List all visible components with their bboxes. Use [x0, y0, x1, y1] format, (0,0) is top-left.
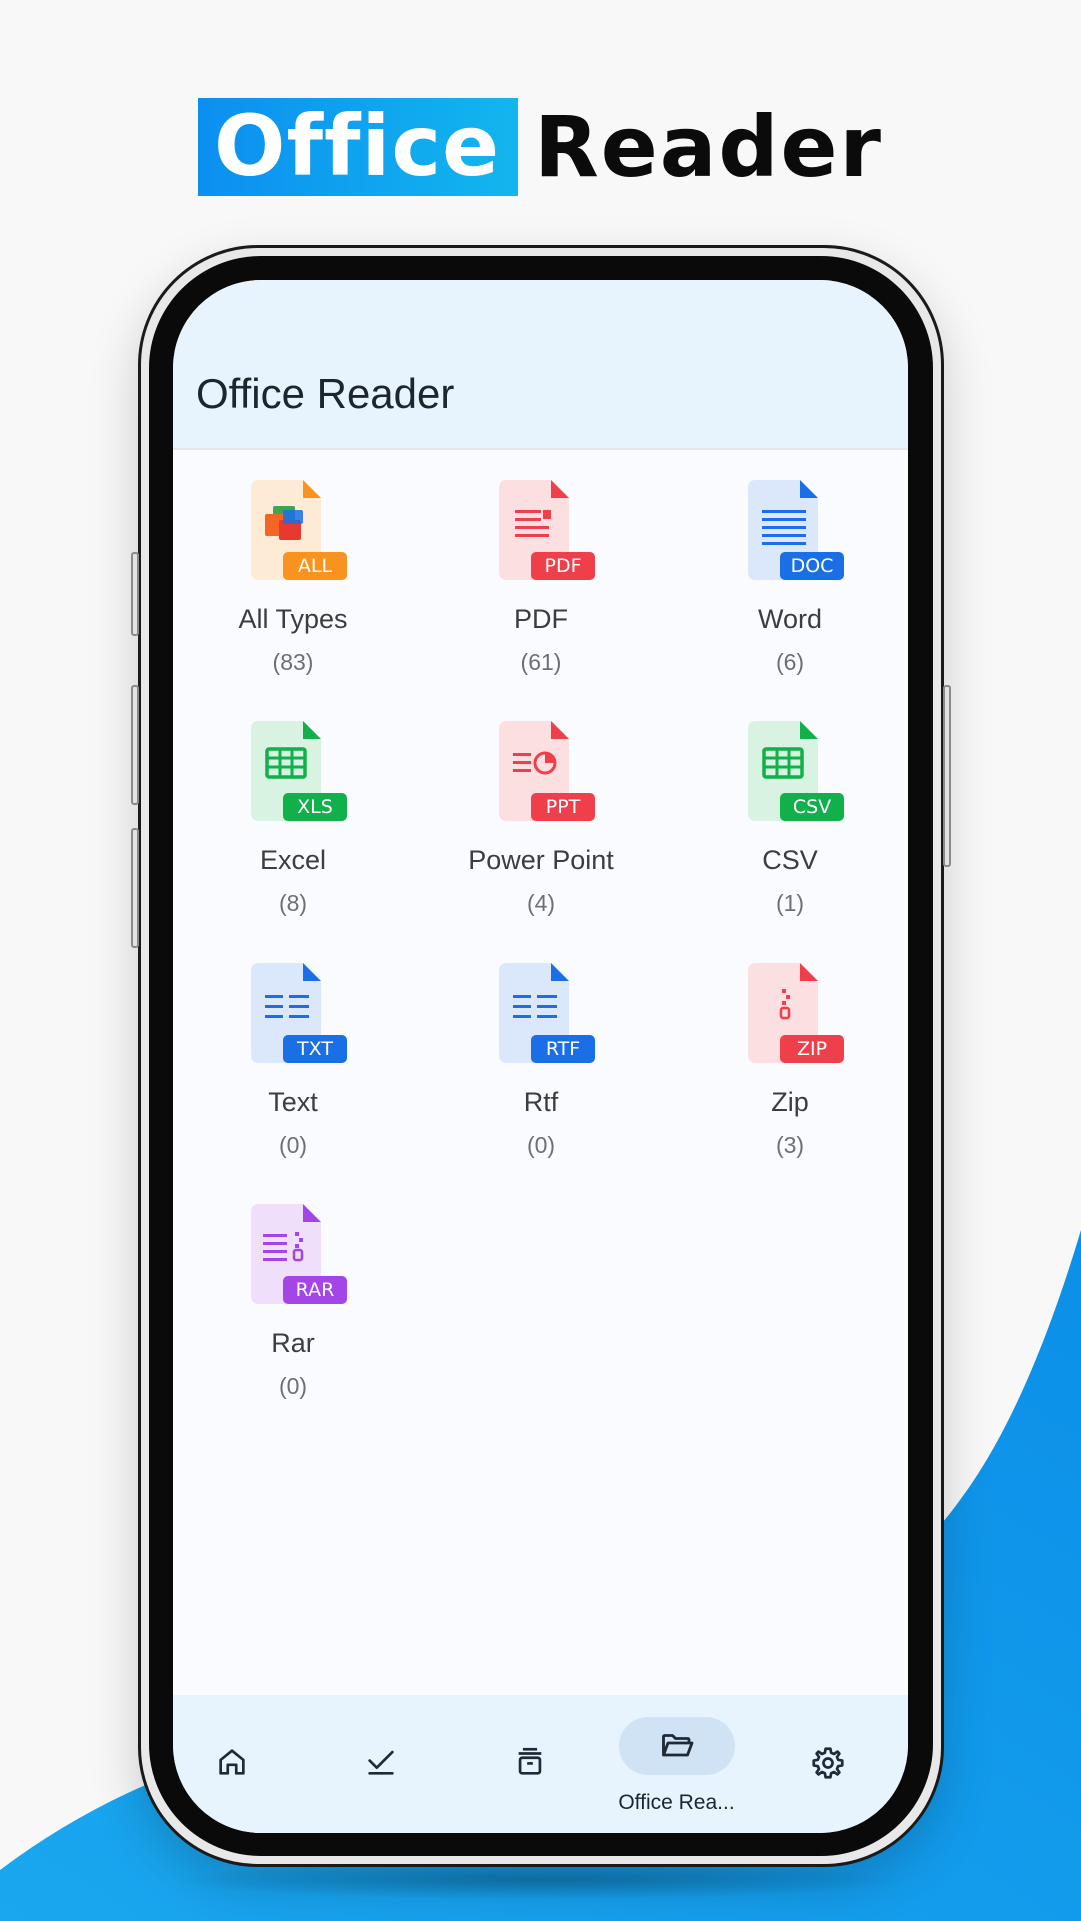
rtf-icon: RTF — [499, 963, 595, 1063]
app-bar: Office Reader — [173, 280, 908, 450]
file-type-count: (61) — [520, 649, 562, 675]
file-type-tile[interactable]: XLS Excel (8) — [173, 721, 417, 917]
file-type-count: (6) — [775, 649, 805, 675]
file-type-count: (3) — [775, 1132, 805, 1158]
nav-item-home[interactable] — [173, 1695, 305, 1833]
csv-icon: CSV — [748, 721, 844, 821]
volume-up-button — [131, 552, 139, 636]
file-type-badge: RAR — [283, 1276, 347, 1304]
word-icon: DOC — [748, 480, 844, 580]
phone-screen: Office Reader ALL All Types (83) PDF PDF (61)… — [173, 280, 908, 1833]
file-type-badge: TXT — [283, 1035, 347, 1063]
file-type-badge: ALL — [283, 552, 347, 580]
brand-header: Office Reader — [0, 98, 1081, 196]
file-type-tile[interactable]: CSV CSV (1) — [666, 721, 908, 917]
file-type-label: CSV — [762, 845, 818, 875]
file-type-tile[interactable]: TXT Text (0) — [173, 963, 417, 1159]
brand-office-label: Office — [198, 98, 519, 196]
file-type-label: Power Point — [468, 845, 614, 875]
archive-icon — [513, 1745, 547, 1779]
file-type-label: Rar — [271, 1328, 315, 1358]
file-type-badge: XLS — [283, 793, 347, 821]
check-icon — [364, 1745, 398, 1779]
nav-active-indicator — [618, 1717, 735, 1775]
pdf-icon: PDF — [499, 480, 595, 580]
file-type-tile[interactable]: ZIP Zip (3) — [666, 963, 908, 1159]
file-type-badge: DOC — [780, 552, 844, 580]
text-icon: TXT — [251, 963, 347, 1063]
bottom-navigation: Office Rea... — [173, 1695, 908, 1833]
file-type-label: Zip — [771, 1087, 809, 1117]
file-type-label: Rtf — [523, 1087, 559, 1117]
file-type-badge: PDF — [531, 552, 595, 580]
volume-down-button-2 — [131, 828, 139, 948]
nav-label: Office Rea... — [618, 1791, 735, 1814]
file-type-tile[interactable]: RAR Rar (0) — [173, 1204, 417, 1400]
volume-down-button — [131, 685, 139, 805]
file-type-count: (0) — [278, 1373, 308, 1399]
nav-item-check[interactable] — [307, 1695, 454, 1833]
powerpoint-icon: PPT — [499, 721, 595, 821]
file-type-badge: PPT — [531, 793, 595, 821]
file-type-label: Word — [757, 604, 823, 634]
excel-icon: XLS — [251, 721, 347, 821]
file-type-label: Excel — [259, 845, 327, 875]
file-type-tile[interactable]: PPT Power Point (4) — [417, 721, 665, 917]
rar-icon: RAR — [251, 1204, 347, 1304]
file-type-label: All Types — [238, 604, 348, 634]
all-types-icon: ALL — [251, 480, 347, 580]
brand-reader-label: Reader — [534, 98, 883, 196]
file-type-tile[interactable]: RTF Rtf (0) — [417, 963, 665, 1159]
file-type-badge: ZIP — [780, 1035, 844, 1063]
file-type-count: (0) — [526, 1132, 556, 1158]
file-type-tile[interactable]: PDF PDF (61) — [417, 480, 665, 676]
file-type-count: (1) — [775, 890, 805, 916]
page-title: Office Reader — [196, 370, 455, 417]
file-type-count: (83) — [272, 649, 314, 675]
settings-icon — [810, 1745, 846, 1781]
file-type-tile[interactable]: ALL All Types (83) — [173, 480, 417, 676]
promo-page: Office Reader Office Reader ALL All Types… — [0, 0, 1081, 1921]
nav-item-settings[interactable] — [754, 1695, 901, 1833]
file-type-label: PDF — [514, 604, 568, 634]
zip-icon: ZIP — [748, 963, 844, 1063]
power-button — [943, 685, 951, 867]
file-type-count: (0) — [278, 1132, 308, 1158]
file-type-count: (4) — [526, 890, 556, 916]
file-type-tile[interactable]: DOC Word (6) — [666, 480, 908, 676]
file-type-badge: CSV — [780, 793, 844, 821]
nav-item-folder-open[interactable]: Office Rea... — [603, 1695, 750, 1833]
file-type-label: Text — [268, 1087, 318, 1117]
file-type-badge: RTF — [531, 1035, 595, 1063]
nav-item-archive[interactable] — [456, 1695, 603, 1833]
file-type-count: (8) — [278, 890, 308, 916]
home-icon — [215, 1745, 249, 1779]
